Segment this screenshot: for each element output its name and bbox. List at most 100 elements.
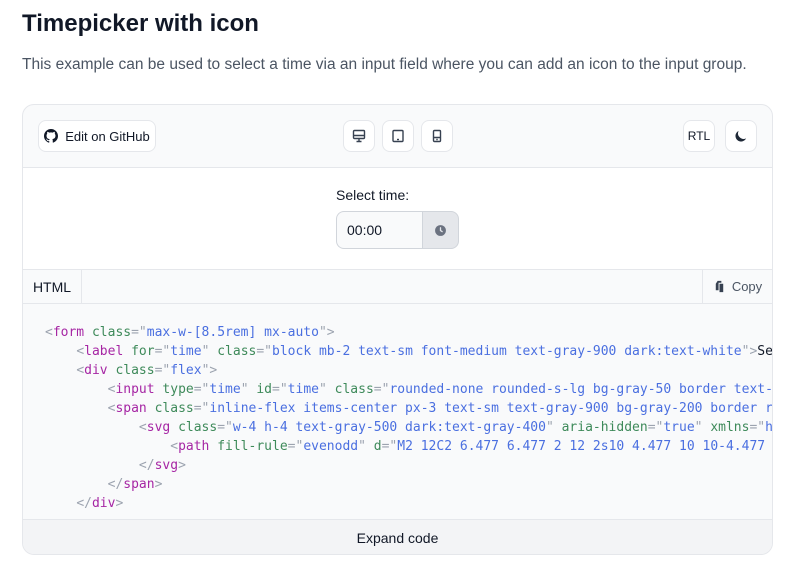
code-token: w-4 h-4 text-gray-500 dark:text-gray-400 bbox=[232, 420, 546, 435]
code-token: < bbox=[170, 439, 179, 454]
code-token: =" bbox=[256, 344, 273, 359]
tablet-view-button[interactable] bbox=[382, 120, 414, 152]
rtl-toggle-button[interactable]: RTL bbox=[683, 120, 715, 152]
code-token: svg bbox=[154, 458, 179, 473]
code-token: " bbox=[318, 382, 327, 397]
page-title: Timepicker with icon bbox=[22, 10, 259, 37]
copy-icon bbox=[715, 280, 724, 293]
code-line: <svg class="w-4 h-4 text-gray-500 dark:t… bbox=[45, 418, 772, 437]
desktop-icon bbox=[352, 129, 366, 143]
code-token: "> bbox=[318, 325, 335, 340]
code-token: span bbox=[123, 477, 155, 492]
code-token: M2 12C2 6.477 6.477 2 12 2s10 4.477 10 1… bbox=[397, 439, 772, 454]
code-token: label bbox=[84, 344, 124, 359]
dark-mode-button[interactable] bbox=[725, 120, 757, 152]
code-token: =" bbox=[272, 382, 288, 397]
code-token: =" bbox=[193, 401, 210, 416]
code-token: time bbox=[287, 382, 319, 397]
copy-label: Copy bbox=[731, 279, 763, 294]
code-token: =" bbox=[154, 363, 171, 378]
code-token: inline-flex items-center px-3 text-sm te… bbox=[209, 401, 772, 416]
code-token: rounded-none rounded-s-lg bg-gray-50 bor… bbox=[389, 382, 772, 397]
code-token: > bbox=[115, 496, 124, 511]
code-line: <label for="time" class="block mb-2 text… bbox=[45, 342, 772, 361]
tab-html[interactable]: HTML bbox=[23, 270, 82, 303]
code-token: input bbox=[115, 382, 155, 397]
code-line: <input type="time" id="time" class="roun… bbox=[45, 380, 772, 399]
clock-icon bbox=[435, 224, 446, 236]
time-input[interactable] bbox=[336, 211, 422, 249]
code-token: class bbox=[115, 363, 155, 378]
code-token: true bbox=[663, 420, 695, 435]
code-line: <div class="flex"> bbox=[45, 361, 772, 380]
code-token: "> bbox=[201, 363, 218, 378]
tablet-icon bbox=[392, 129, 404, 143]
code-token: fill-rule bbox=[217, 439, 288, 454]
code-line: <form class="max-w-[8.5rem] mx-auto"> bbox=[45, 323, 772, 342]
expand-code-button[interactable]: Expand code bbox=[23, 519, 772, 554]
code-token: =" bbox=[647, 420, 664, 435]
code-token: =" bbox=[373, 382, 390, 397]
code-token: < bbox=[138, 420, 147, 435]
code-line: </span> bbox=[45, 475, 772, 494]
code-token: =" bbox=[287, 439, 304, 454]
code-token: d bbox=[373, 439, 382, 454]
code-token: time bbox=[209, 382, 241, 397]
code-token: block mb-2 text-sm font-medium text-gray… bbox=[272, 344, 742, 359]
code-token: =" bbox=[381, 439, 398, 454]
code-token: class bbox=[91, 325, 132, 340]
code-line: <path fill-rule="evenodd" d="M2 12C2 6.4… bbox=[45, 437, 772, 456]
code-token: </ bbox=[138, 458, 155, 473]
copy-button[interactable]: Copy bbox=[702, 270, 772, 303]
expand-code-label: Expand code bbox=[356, 530, 439, 546]
code-token: > bbox=[178, 458, 186, 473]
code-token: "> bbox=[741, 344, 758, 359]
code-token: class bbox=[217, 344, 257, 359]
code-token: form bbox=[52, 325, 85, 340]
code-tabs: HTML Copy bbox=[23, 270, 772, 304]
example-card: Edit on GitHub RTL Select time: HTML Cop… bbox=[22, 104, 773, 555]
rtl-label: RTL bbox=[687, 129, 711, 143]
code-token: class bbox=[178, 420, 218, 435]
tab-html-label: HTML bbox=[32, 278, 72, 295]
mobile-icon bbox=[432, 129, 442, 143]
code-token: < bbox=[76, 344, 85, 359]
code-token: evenodd bbox=[303, 439, 359, 454]
code-token: http bbox=[765, 420, 772, 435]
code-line: </div> bbox=[45, 494, 772, 513]
code-token: time bbox=[170, 344, 202, 359]
code-token: </ bbox=[76, 496, 92, 511]
desktop-view-button[interactable] bbox=[343, 120, 375, 152]
code-token: div bbox=[84, 363, 108, 378]
code-token: path bbox=[178, 439, 210, 454]
clock-addon bbox=[422, 211, 459, 249]
code-token: id bbox=[256, 382, 273, 397]
edit-on-github-button[interactable]: Edit on GitHub bbox=[38, 120, 156, 152]
code-token: flex bbox=[170, 363, 202, 378]
code-token: max-w-[8.5rem] mx-auto bbox=[146, 325, 319, 340]
code-token: class bbox=[334, 382, 374, 397]
code-token: class bbox=[154, 401, 194, 416]
example-toolbar: Edit on GitHub RTL bbox=[23, 105, 772, 168]
preview-area: Select time: bbox=[23, 168, 772, 270]
moon-icon bbox=[735, 130, 747, 142]
code-token: < bbox=[76, 363, 85, 378]
mobile-view-button[interactable] bbox=[421, 120, 453, 152]
code-token: =" bbox=[154, 344, 171, 359]
code-token: div bbox=[91, 496, 116, 511]
code-token: " bbox=[358, 439, 366, 454]
page-description: This example can be used to select a tim… bbox=[22, 56, 747, 73]
